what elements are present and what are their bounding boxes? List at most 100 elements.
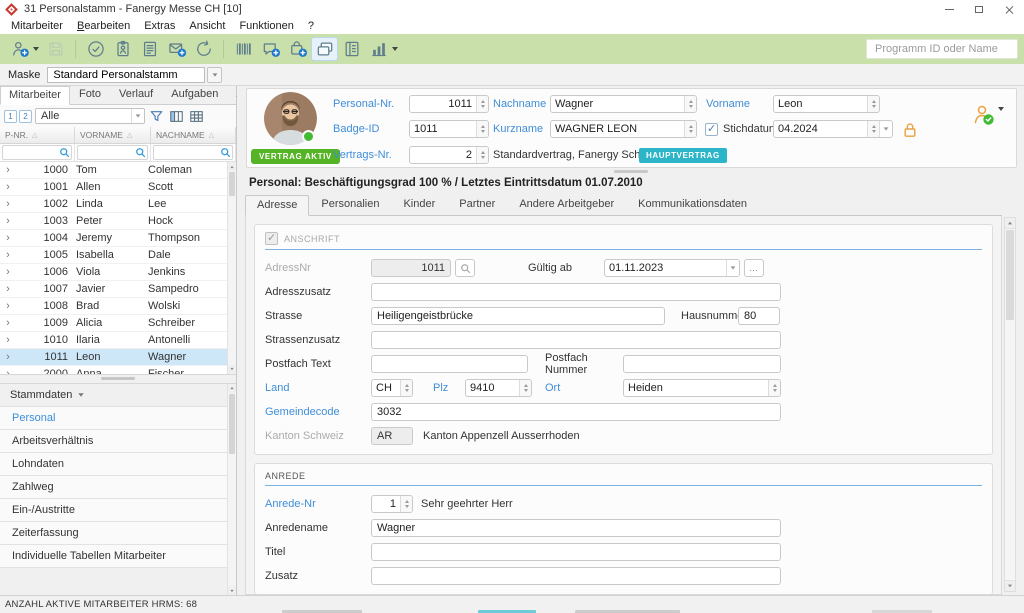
table-row[interactable]: 1003 Peter Hock <box>0 213 236 230</box>
menu-item[interactable]: ? <box>301 20 321 32</box>
spinner[interactable] <box>684 121 696 137</box>
stichdatum-checkbox[interactable] <box>705 123 718 136</box>
view-button[interactable]: 1 <box>4 110 17 123</box>
spinner[interactable] <box>476 147 488 163</box>
scroll-up-icon[interactable] <box>228 162 236 171</box>
row-expand-icon[interactable] <box>0 334 16 346</box>
row-expand-icon[interactable] <box>0 283 16 295</box>
maske-select[interactable] <box>47 67 205 83</box>
employee-panel-tab[interactable]: Aufgaben <box>162 85 227 104</box>
spinner[interactable] <box>400 496 412 512</box>
filter-dropdown-icon[interactable] <box>131 109 144 123</box>
table-row[interactable]: 1009 Alicia Schreiber <box>0 315 236 332</box>
scroll-up-icon[interactable] <box>1005 218 1015 229</box>
menu-item[interactable]: Bearbeiten <box>70 20 137 32</box>
spinner[interactable] <box>768 380 780 396</box>
table-row[interactable]: 1005 Isabella Dale <box>0 247 236 264</box>
minimize-button[interactable] <box>934 0 964 18</box>
program-search-input[interactable] <box>866 39 1018 59</box>
employee-panel-tab[interactable]: Foto <box>70 85 110 104</box>
gueltig-ab-input[interactable] <box>605 260 726 276</box>
employee-status-control[interactable] <box>972 103 1004 127</box>
detail-tab[interactable]: Andere Arbeitgeber <box>507 194 626 215</box>
table-row[interactable]: 1001 Allen Scott <box>0 179 236 196</box>
vorname-input[interactable] <box>774 96 867 112</box>
statistics-dropdown-icon[interactable] <box>392 47 398 51</box>
adressnr-lookup-button[interactable] <box>455 259 475 277</box>
menu-item[interactable]: Mitarbeiter <box>4 20 70 32</box>
refresh-button[interactable] <box>190 37 217 61</box>
employee-panel-tab[interactable]: Verlauf <box>110 85 162 104</box>
add-employee-dropdown-icon[interactable] <box>33 47 39 51</box>
stichdatum-dropdown-icon[interactable] <box>879 121 892 137</box>
zusatz-input[interactable] <box>371 567 781 585</box>
scrollbar-thumb[interactable] <box>229 394 235 454</box>
scrollbar-thumb[interactable] <box>229 172 235 196</box>
anschrift-checkbox[interactable] <box>265 232 278 245</box>
scroll-down-icon[interactable] <box>1005 580 1015 591</box>
vertrags-nr-input[interactable] <box>410 147 476 163</box>
column-view-button[interactable] <box>168 108 185 125</box>
menu-item[interactable]: Extras <box>137 20 182 32</box>
nav-item[interactable]: Arbeitsverhältnis <box>0 430 227 453</box>
ort-input[interactable] <box>624 380 768 396</box>
maske-dropdown-button[interactable] <box>207 67 222 83</box>
confirm-button[interactable] <box>82 37 109 61</box>
row-expand-icon[interactable] <box>0 266 16 278</box>
spinner[interactable] <box>476 96 488 112</box>
column-header[interactable]: P-NR. <box>0 127 75 143</box>
table-row[interactable]: 2000 Anna Fischer <box>0 366 236 374</box>
row-expand-icon[interactable] <box>0 181 16 193</box>
anredename-input[interactable] <box>371 519 781 537</box>
nav-item[interactable]: Lohndaten <box>0 453 227 476</box>
spinner[interactable] <box>519 380 531 396</box>
table-row[interactable]: 1000 Tom Coleman <box>0 162 236 179</box>
save-button[interactable] <box>42 37 69 61</box>
row-expand-icon[interactable] <box>0 249 16 261</box>
view-button[interactable]: 2 <box>19 110 32 123</box>
row-expand-icon[interactable] <box>0 215 16 227</box>
row-expand-icon[interactable] <box>0 368 16 374</box>
detail-tab[interactable]: Kinder <box>391 194 447 215</box>
hausnummer-input[interactable] <box>738 307 780 325</box>
scrollbar-thumb[interactable] <box>1006 230 1014 320</box>
employee-panel-tab[interactable]: Mitarbeiter <box>0 86 70 105</box>
badge-id-input[interactable] <box>410 121 476 137</box>
nav-item[interactable]: Personal <box>0 407 227 430</box>
status-dropdown-icon[interactable] <box>998 107 1004 111</box>
journal-button[interactable] <box>338 37 365 61</box>
table-row[interactable]: 1010 Ilaria Antonelli <box>0 332 236 349</box>
add-employee-button[interactable] <box>6 37 33 61</box>
row-expand-icon[interactable] <box>0 300 16 312</box>
table-row[interactable]: 1002 Linda Lee <box>0 196 236 213</box>
maximize-button[interactable] <box>964 0 994 18</box>
scroll-up-icon[interactable] <box>228 384 236 393</box>
row-expand-icon[interactable] <box>0 198 16 210</box>
detail-tab[interactable]: Partner <box>447 194 507 215</box>
strasse-input[interactable] <box>371 307 665 325</box>
postfach-nummer-input[interactable] <box>623 355 781 373</box>
anrede-nr-input[interactable] <box>372 496 400 512</box>
spinner[interactable] <box>867 121 879 137</box>
gueltig-ab-more-button[interactable]: … <box>744 259 764 277</box>
employee-filter-select[interactable]: Alle <box>35 108 145 124</box>
form-scrollbar[interactable] <box>1004 217 1016 592</box>
id-badge-button[interactable] <box>109 37 136 61</box>
nav-item[interactable]: Zahlweg <box>0 476 227 499</box>
plz-input[interactable] <box>466 380 519 396</box>
spinner[interactable] <box>684 96 696 112</box>
row-expand-icon[interactable] <box>0 232 16 244</box>
filter-funnel-button[interactable] <box>148 108 165 125</box>
column-header[interactable]: VORNAME <box>75 127 151 143</box>
strassenzusatz-input[interactable] <box>371 331 781 349</box>
stammdaten-header[interactable]: Stammdaten <box>0 384 236 406</box>
menu-item[interactable]: Ansicht <box>182 20 232 32</box>
nav-item[interactable]: Ein-/Austritte <box>0 499 227 522</box>
date-dropdown-icon[interactable] <box>726 260 739 276</box>
nav-item[interactable]: Individuelle Tabellen Mitarbeiter <box>0 545 227 568</box>
postfach-text-input[interactable] <box>371 355 528 373</box>
windows-button[interactable] <box>311 37 338 61</box>
land-input[interactable] <box>372 380 400 396</box>
statistics-button[interactable] <box>365 37 392 61</box>
report-button[interactable] <box>136 37 163 61</box>
